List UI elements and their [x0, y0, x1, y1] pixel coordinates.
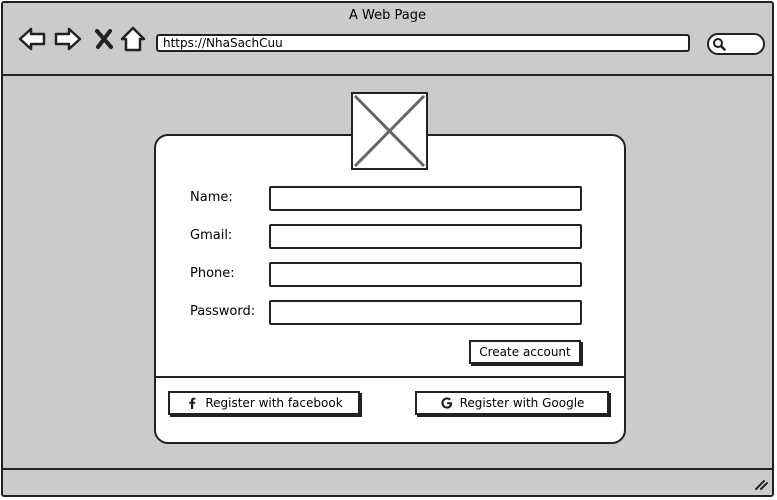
register-facebook-button[interactable]: Register with facebook: [168, 391, 360, 415]
image-placeholder-icon: [351, 92, 428, 170]
close-icon[interactable]: [89, 24, 119, 54]
google-button-label: Register with Google: [459, 396, 585, 410]
forward-arrow-icon[interactable]: [53, 24, 83, 54]
divider: [156, 376, 624, 378]
gmail-field[interactable]: [269, 224, 582, 249]
register-card: Name: Gmail: Phone: Password: Create acc…: [154, 134, 626, 444]
facebook-button-label: Register with facebook: [205, 396, 343, 410]
gmail-label: Gmail:: [190, 228, 233, 243]
password-field[interactable]: [269, 300, 582, 325]
search-box[interactable]: [707, 33, 765, 55]
back-arrow-icon[interactable]: [17, 24, 47, 54]
register-google-button[interactable]: Register with Google: [415, 391, 609, 415]
resize-grip-icon[interactable]: [754, 477, 768, 491]
facebook-icon: [189, 397, 196, 409]
name-label: Name:: [190, 190, 233, 205]
phone-field[interactable]: [269, 262, 582, 287]
page-content: Name: Gmail: Phone: Password: Create acc…: [3, 76, 772, 469]
search-icon: [713, 38, 726, 51]
home-icon[interactable]: [118, 24, 148, 54]
phone-label: Phone:: [190, 266, 235, 281]
name-field[interactable]: [269, 186, 582, 211]
window-title: A Web Page: [349, 8, 426, 23]
google-icon: [440, 397, 452, 409]
browser-window: A Web Page https://NhaSachCuu Name: Gmai…: [1, 1, 774, 497]
create-account-button[interactable]: Create account: [469, 340, 581, 364]
url-bar[interactable]: https://NhaSachCuu: [156, 34, 690, 52]
password-label: Password:: [190, 304, 256, 319]
browser-toolbar: A Web Page https://NhaSachCuu: [3, 3, 772, 76]
status-bar: [3, 468, 772, 495]
